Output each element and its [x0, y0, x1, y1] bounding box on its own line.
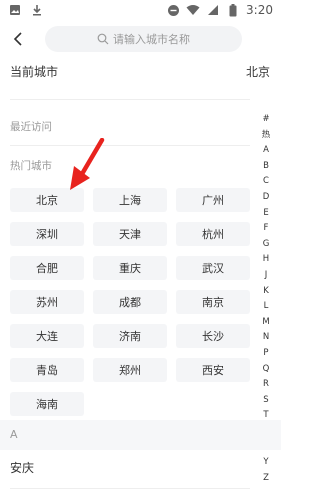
index-letter[interactable]: Z [263, 471, 269, 487]
hot-city-chip[interactable]: 天津 [93, 222, 167, 246]
hot-city-chip[interactable]: 北京 [10, 188, 84, 212]
index-letter[interactable]: F [264, 221, 269, 237]
index-letter[interactable]: # [262, 112, 269, 128]
index-letter[interactable]: L [264, 299, 269, 315]
back-button[interactable] [8, 28, 28, 50]
current-city-label: 当前城市 [10, 64, 59, 79]
index-letter[interactable]: R [263, 377, 269, 393]
index-letter[interactable]: N [263, 330, 269, 346]
hot-cities-label: 热门城市 [10, 160, 52, 172]
minus-circle-icon [166, 3, 180, 17]
index-letter[interactable]: 热 [262, 128, 271, 144]
image-icon [8, 3, 22, 17]
divider [10, 488, 250, 489]
hot-city-chip[interactable]: 合肥 [10, 256, 84, 280]
status-time: 3:20 [246, 3, 273, 17]
index-letter[interactable]: J [265, 268, 268, 284]
current-city-row: 当前城市 北京 [10, 61, 270, 81]
chevron-left-icon [13, 32, 22, 46]
download-icon [30, 3, 44, 17]
hot-city-chip[interactable]: 重庆 [93, 256, 167, 280]
hot-city-chip[interactable]: 深圳 [10, 222, 84, 246]
hot-city-chip[interactable]: 济南 [93, 324, 167, 348]
index-letter[interactable]: K [263, 284, 269, 300]
index-letter[interactable]: S [263, 393, 268, 409]
index-letter[interactable]: H [263, 252, 269, 268]
hot-city-chip[interactable]: 长沙 [176, 324, 250, 348]
status-bar: 3:20 [0, 0, 281, 20]
hot-cities-grid: 北京 上海 广州 深圳 天津 杭州 合肥 重庆 武汉 苏州 成都 南京 大连 济… [10, 188, 250, 416]
search-placeholder: 请输入城市名称 [113, 33, 190, 46]
group-letter: A [10, 428, 18, 441]
hot-city-chip[interactable]: 上海 [93, 188, 167, 212]
header: 请输入城市名称 [0, 22, 281, 56]
hot-city-chip[interactable]: 武汉 [176, 256, 250, 280]
index-letter[interactable]: B [263, 159, 269, 175]
index-letter[interactable]: D [263, 190, 270, 206]
hot-city-chip[interactable]: 大连 [10, 324, 84, 348]
group-header-a: A [0, 420, 281, 450]
index-letter[interactable]: Q [263, 362, 270, 378]
hot-city-chip[interactable]: 杭州 [176, 222, 250, 246]
hot-city-chip[interactable]: 南京 [176, 290, 250, 314]
hot-city-chip[interactable]: 广州 [176, 188, 250, 212]
hot-city-chip[interactable]: 郑州 [93, 358, 167, 382]
index-letter[interactable]: Y [263, 455, 268, 471]
search-icon [97, 33, 109, 45]
hot-city-chip[interactable]: 成都 [93, 290, 167, 314]
hot-city-chip[interactable]: 青岛 [10, 358, 84, 382]
hot-city-chip[interactable]: 苏州 [10, 290, 84, 314]
index-letter[interactable]: M [262, 315, 269, 331]
divider [10, 145, 250, 146]
signal-icon [206, 3, 220, 17]
index-letter[interactable]: C [263, 174, 269, 190]
divider [10, 99, 250, 100]
battery-icon [226, 3, 240, 17]
index-letter[interactable]: E [263, 206, 268, 222]
index-letter[interactable]: P [263, 346, 268, 362]
city-list-item[interactable]: 安庆 [10, 459, 34, 476]
current-city-value[interactable]: 北京 [246, 63, 270, 80]
recent-visits-label: 最近访问 [10, 121, 52, 133]
index-letter[interactable]: A [263, 143, 269, 159]
search-input[interactable]: 请输入城市名称 [45, 26, 242, 52]
hot-city-chip[interactable]: 西安 [176, 358, 250, 382]
index-letter[interactable]: G [263, 237, 270, 253]
hot-city-chip[interactable]: 海南 [10, 392, 84, 416]
wifi-icon [186, 3, 200, 17]
